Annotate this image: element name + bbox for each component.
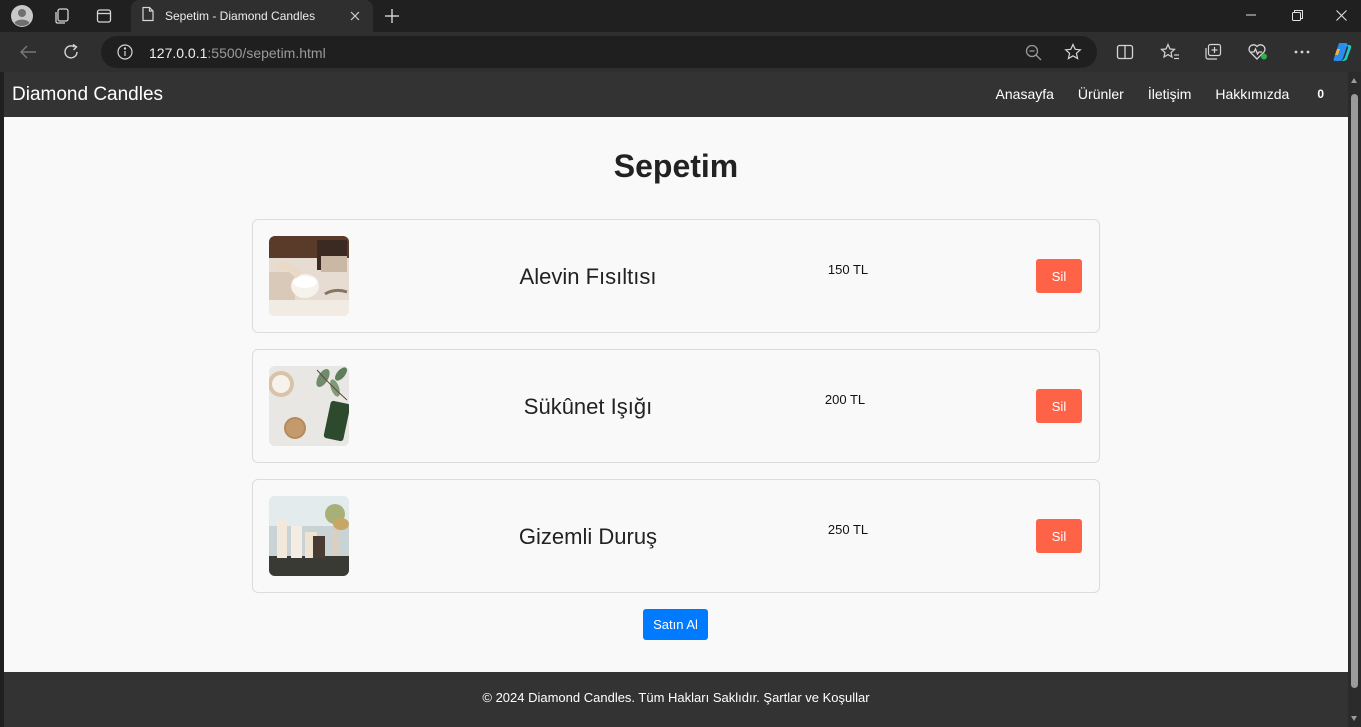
site-logo[interactable]: Diamond Candles	[12, 84, 163, 106]
tab-actions-icon[interactable]	[90, 4, 118, 28]
close-tab-icon[interactable]	[347, 8, 363, 24]
scroll-up-arrow-icon[interactable]	[1351, 78, 1357, 83]
zoom-icon[interactable]	[1023, 43, 1043, 61]
nav-link-iletisim[interactable]: İletişim	[1148, 86, 1192, 102]
url-text: 127.0.0.1:5500/sepetim.html	[149, 45, 326, 61]
site-footer: © 2024 Diamond Candles. Tüm Hakları Sakl…	[4, 672, 1348, 727]
page-viewport: Diamond Candles Anasayfa Ürünler İletişi…	[4, 72, 1348, 727]
delete-item-button[interactable]: Sil	[1036, 389, 1082, 423]
restore-icon[interactable]	[1274, 0, 1320, 30]
product-price: 200 TL	[824, 392, 866, 407]
copilot-icon[interactable]	[1330, 40, 1356, 64]
workspaces-icon[interactable]	[48, 4, 76, 28]
product-price: 150 TL	[827, 262, 869, 277]
address-bar[interactable]: 127.0.0.1:5500/sepetim.html	[101, 36, 1097, 68]
buy-button[interactable]: Satın Al	[643, 609, 708, 640]
cart-count-badge[interactable]: 0	[1317, 87, 1324, 101]
nav-link-urunler[interactable]: Ürünler	[1078, 86, 1124, 102]
collections-icon[interactable]	[1201, 40, 1227, 64]
minimize-icon[interactable]	[1228, 0, 1274, 30]
tab-active[interactable]: Sepetim - Diamond Candles	[131, 0, 373, 32]
site-header: Diamond Candles Anasayfa Ürünler İletişi…	[4, 72, 1348, 117]
product-name: Sükûnet Işığı	[523, 394, 653, 419]
footer-text: © 2024 Diamond Candles. Tüm Hakları Sakl…	[482, 690, 870, 705]
page-title: Sepetim	[613, 148, 739, 184]
scroll-down-arrow-icon[interactable]	[1351, 716, 1357, 721]
cart-item: Sükûnet Işığı 200 TL Sil	[252, 349, 1100, 463]
site-info-icon[interactable]	[115, 43, 135, 61]
cart-item: Alevin Fısıltısı 150 TL Sil	[252, 219, 1100, 333]
close-window-icon[interactable]	[1318, 0, 1361, 30]
product-name: Gizemli Duruş	[518, 524, 658, 549]
back-icon[interactable]	[15, 40, 41, 64]
browser-essentials-icon[interactable]	[1245, 40, 1271, 64]
tab-title: Sepetim - Diamond Candles	[165, 9, 316, 23]
delete-item-button[interactable]: Sil	[1036, 519, 1082, 553]
delete-item-button[interactable]: Sil	[1036, 259, 1082, 293]
product-image	[269, 366, 349, 446]
browser-toolbar: 127.0.0.1:5500/sepetim.html	[0, 32, 1361, 72]
product-price: 250 TL	[827, 522, 869, 537]
nav-link-hakkimizda[interactable]: Hakkımızda	[1215, 86, 1289, 102]
main-nav: Anasayfa Ürünler İletişim Hakkımızda 0	[972, 86, 1324, 102]
split-screen-icon[interactable]	[1112, 40, 1138, 64]
profile-avatar-icon[interactable]	[8, 4, 36, 28]
product-image	[269, 496, 349, 576]
browser-tab-bar: Sepetim - Diamond Candles	[0, 0, 1361, 32]
nav-link-anasayfa[interactable]: Anasayfa	[996, 86, 1054, 102]
page-icon	[141, 6, 155, 27]
page-scrollbar[interactable]	[1348, 72, 1361, 727]
refresh-icon[interactable]	[58, 40, 84, 64]
new-tab-icon[interactable]	[380, 4, 404, 28]
favorite-star-icon[interactable]	[1063, 43, 1083, 61]
cart-item: Gizemli Duruş 250 TL Sil	[252, 479, 1100, 593]
product-name: Alevin Fısıltısı	[519, 264, 657, 289]
product-image	[269, 236, 349, 316]
favorites-icon[interactable]	[1157, 40, 1183, 64]
more-options-icon[interactable]	[1289, 40, 1315, 64]
scroll-thumb[interactable]	[1351, 94, 1358, 688]
